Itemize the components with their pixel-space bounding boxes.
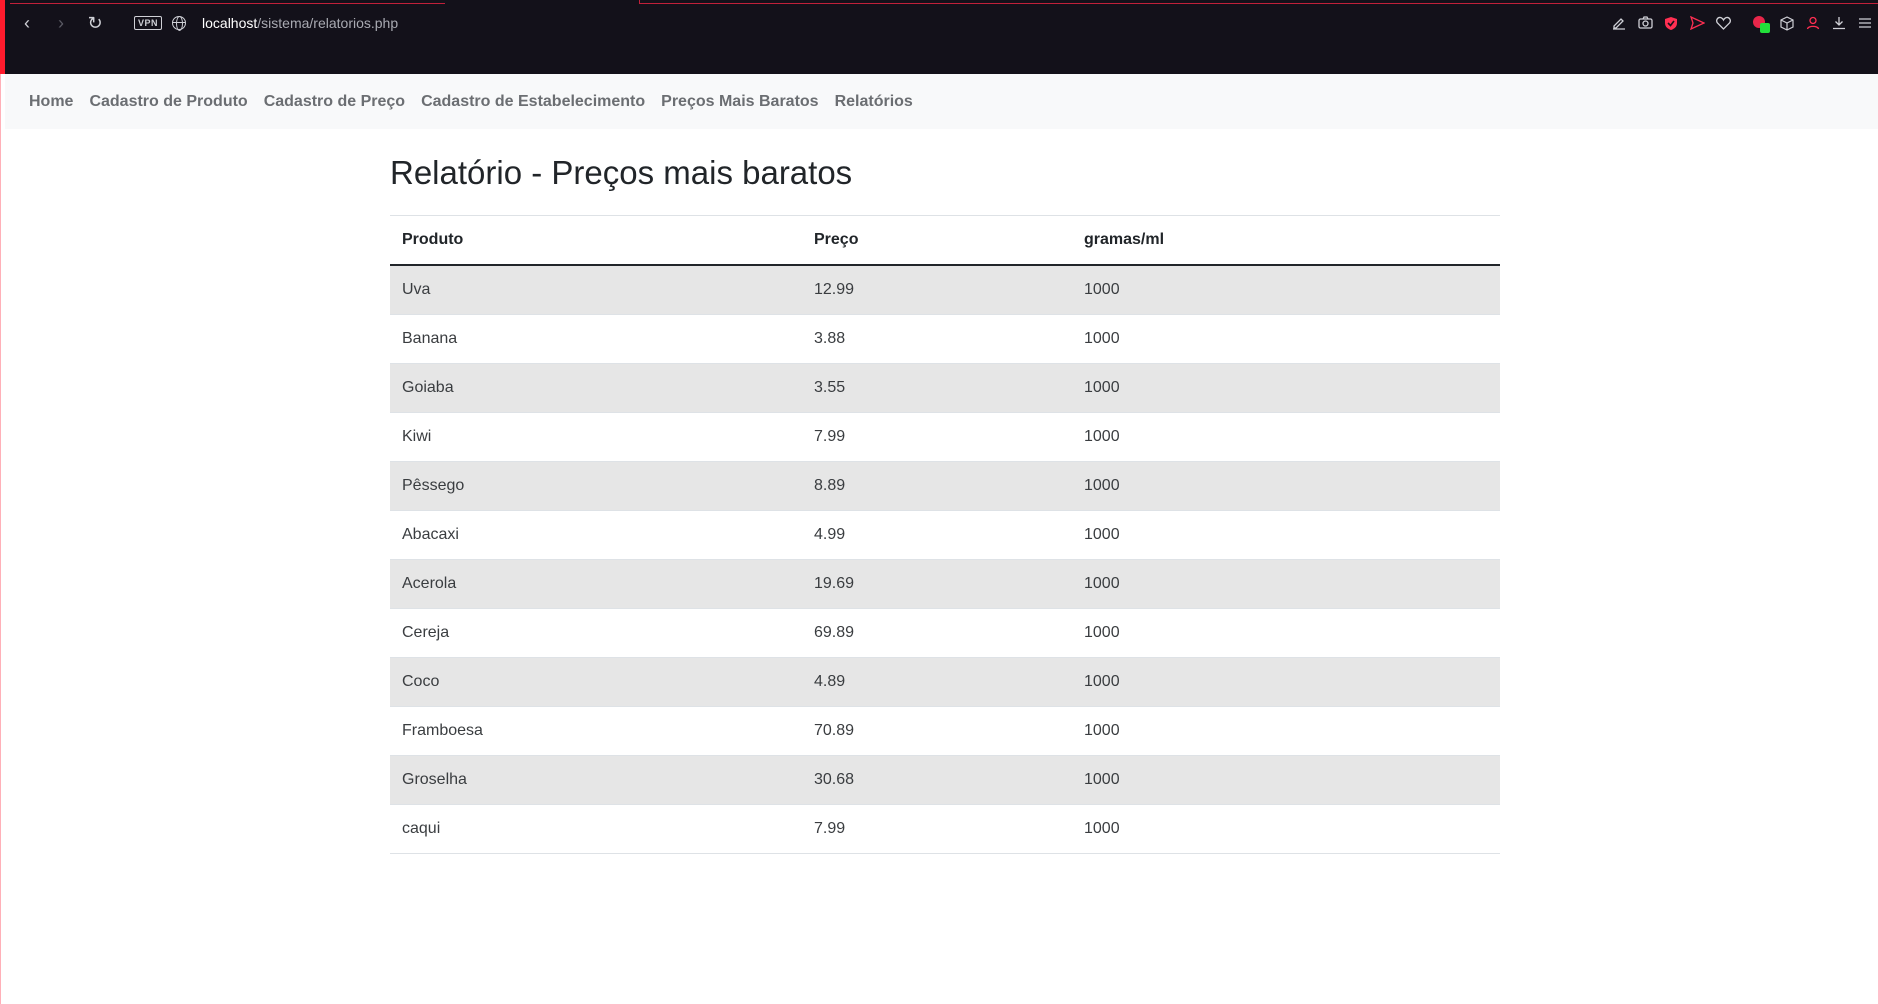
cell-preco: 3.88 xyxy=(802,314,1072,364)
nav-link-cadastro-estabelecimento[interactable]: Cadastro de Estabelecimento xyxy=(421,93,645,111)
extension-icon[interactable] xyxy=(1748,10,1774,36)
main-content: Relatório - Preços mais baratos Produto … xyxy=(390,129,1500,854)
table-row: Acerola 19.69 1000 xyxy=(390,559,1500,609)
vpn-badge[interactable]: VPN xyxy=(134,16,163,30)
table-row: Goiaba 3.55 1000 xyxy=(390,363,1500,413)
cell-preco: 12.99 xyxy=(802,265,1072,315)
header-gramas-ml: gramas/ml xyxy=(1072,214,1500,267)
cell-preco: 69.89 xyxy=(802,608,1072,658)
shield-icon[interactable] xyxy=(1658,10,1684,36)
table-row: Uva 12.99 1000 xyxy=(390,265,1500,315)
cell-preco: 30.68 xyxy=(802,755,1072,805)
forward-button[interactable]: › xyxy=(44,8,78,38)
cell-produto: Goiaba xyxy=(390,363,802,413)
cell-gramas-ml: 1000 xyxy=(1072,461,1500,511)
cell-produto: Abacaxi xyxy=(390,510,802,560)
cell-gramas-ml: 1000 xyxy=(1072,363,1500,413)
table-row: Abacaxi 4.99 1000 xyxy=(390,510,1500,560)
report-table: Produto Preço gramas/ml Uva 12.99 1000 Ban… xyxy=(390,214,1500,854)
nav-link-relatorios[interactable]: Relatórios xyxy=(835,93,913,111)
cell-produto: Banana xyxy=(390,314,802,364)
back-button[interactable]: ‹ xyxy=(10,8,44,38)
table-row: Banana 3.88 1000 xyxy=(390,314,1500,364)
nav-link-cadastro-produto[interactable]: Cadastro de Produto xyxy=(89,93,247,111)
cell-produto: Framboesa xyxy=(390,706,802,756)
cell-preco: 7.99 xyxy=(802,804,1072,854)
browser-actions xyxy=(1606,8,1878,38)
table-row: caqui 7.99 1000 xyxy=(390,804,1500,854)
cell-produto: Kiwi xyxy=(390,412,802,462)
table-row: Pêssego 8.89 1000 xyxy=(390,461,1500,511)
cell-produto: Groselha xyxy=(390,755,802,805)
download-icon[interactable] xyxy=(1826,10,1852,36)
header-preco: Preço xyxy=(802,214,1072,267)
cell-gramas-ml: 1000 xyxy=(1072,510,1500,560)
globe-icon[interactable] xyxy=(172,16,187,31)
tab-strip xyxy=(10,0,445,4)
profile-icon[interactable] xyxy=(1800,10,1826,36)
table-body: Uva 12.99 1000 Banana 3.88 1000 Goiaba 3.55 10… xyxy=(390,265,1500,854)
cell-gramas-ml: 1000 xyxy=(1072,559,1500,609)
address-row: ‹ › ↻ VPN localhost/sistema/relatorios.p… xyxy=(10,8,1878,38)
nav-link-cadastro-preco[interactable]: Cadastro de Preço xyxy=(264,93,405,111)
cell-preco: 8.89 xyxy=(802,461,1072,511)
url-host: localhost xyxy=(202,15,258,31)
tab-strip xyxy=(639,0,1878,4)
cube-icon[interactable] xyxy=(1774,10,1800,36)
cell-preco: 70.89 xyxy=(802,706,1072,756)
heart-icon[interactable] xyxy=(1710,10,1736,36)
cell-produto: Coco xyxy=(390,657,802,707)
cell-preco: 3.55 xyxy=(802,363,1072,413)
cell-gramas-ml: 1000 xyxy=(1072,412,1500,462)
page-title: Relatório - Preços mais baratos xyxy=(390,154,853,191)
cell-gramas-ml: 1000 xyxy=(1072,804,1500,854)
cell-gramas-ml: 1000 xyxy=(1072,755,1500,805)
cell-preco: 4.89 xyxy=(802,657,1072,707)
camera-icon[interactable] xyxy=(1632,10,1658,36)
cell-gramas-ml: 1000 xyxy=(1072,265,1500,315)
cell-produto: Acerola xyxy=(390,559,802,609)
cell-produto: Cereja xyxy=(390,608,802,658)
table-row: Coco 4.89 1000 xyxy=(390,657,1500,707)
reload-button[interactable]: ↻ xyxy=(78,8,112,38)
cell-gramas-ml: 1000 xyxy=(1072,706,1500,756)
edit-icon[interactable] xyxy=(1606,10,1632,36)
cell-gramas-ml: 1000 xyxy=(1072,608,1500,658)
cell-preco: 7.99 xyxy=(802,412,1072,462)
table-row: Kiwi 7.99 1000 xyxy=(390,412,1500,462)
table-row: Framboesa 70.89 1000 xyxy=(390,706,1500,756)
nav-link-home[interactable]: Home xyxy=(29,93,73,111)
cell-preco: 4.99 xyxy=(802,510,1072,560)
cell-gramas-ml: 1000 xyxy=(1072,657,1500,707)
send-icon[interactable] xyxy=(1684,10,1710,36)
cell-produto: Uva xyxy=(390,265,802,315)
browser-toolbar: ‹ › ↻ VPN localhost/sistema/relatorios.p… xyxy=(0,0,1878,74)
header-produto: Produto xyxy=(390,214,802,267)
table-row: Cereja 69.89 1000 xyxy=(390,608,1500,658)
cell-produto: caqui xyxy=(390,804,802,854)
page-edge xyxy=(0,74,5,1004)
main-navbar: Home Cadastro de Produto Cadastro de Pre… xyxy=(5,74,1878,129)
url-path: /sistema/relatorios.php xyxy=(257,15,399,31)
cell-gramas-ml: 1000 xyxy=(1072,314,1500,364)
menu-icon[interactable] xyxy=(1852,10,1878,36)
cell-preco: 19.69 xyxy=(802,559,1072,609)
nav-link-precos-mais-baratos[interactable]: Preços Mais Baratos xyxy=(661,93,818,111)
table-row: Groselha 30.68 1000 xyxy=(390,755,1500,805)
address-bar[interactable]: localhost/sistema/relatorios.php xyxy=(202,15,398,31)
cell-produto: Pêssego xyxy=(390,461,802,511)
table-header-row: Produto Preço gramas/ml xyxy=(390,214,1500,267)
